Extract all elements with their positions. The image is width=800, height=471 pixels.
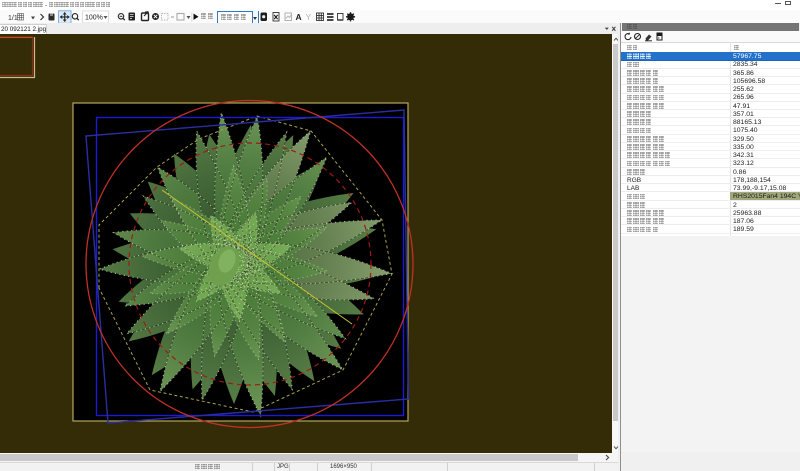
svg-text:1/1: 1/1 [8,15,18,22]
svg-text:A: A [296,12,302,22]
svg-text:x: x [658,36,660,40]
svg-text:Y: Y [306,12,312,22]
svg-text:100%: 100% [85,15,103,22]
